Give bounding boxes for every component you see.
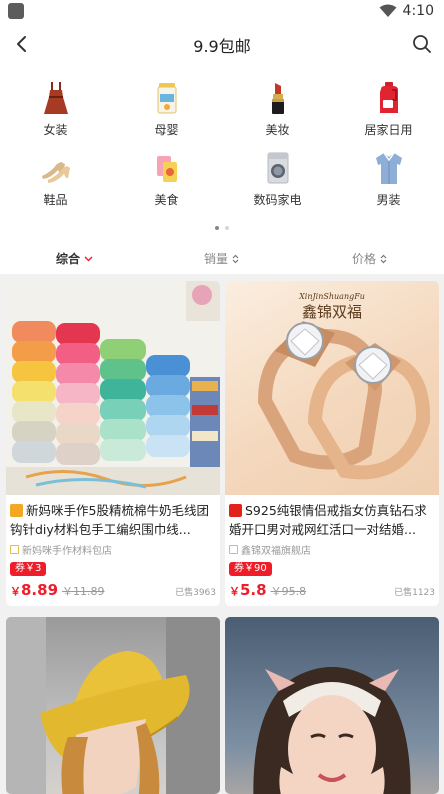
product-image-rings: XinJinShuangFu 鑫锦双福 <box>225 281 439 495</box>
price-symbol: ￥ <box>229 585 240 598</box>
category-label: 美妆 <box>265 123 290 137</box>
brand-watermark-cn: 鑫锦双福 <box>302 303 362 321</box>
top-panel: 9.9包邮 女装 母婴 美妆 居家日用 鞋品 美食 数码家电 男装 综合 销量 … <box>0 24 444 274</box>
status-bar: 4:10 <box>0 0 444 24</box>
chevron-down-icon <box>84 256 93 261</box>
detergent-bottle-icon <box>379 82 398 113</box>
search-button[interactable] <box>408 30 436 58</box>
category-food[interactable]: 美食 <box>111 150 222 208</box>
price-symbol: ￥ <box>10 585 21 598</box>
original-price: ￥11.89 <box>62 585 105 598</box>
app-notification-icon <box>8 3 24 19</box>
product-image-yarn <box>6 281 220 495</box>
category-cosmetics[interactable]: 美妆 <box>222 80 333 138</box>
current-price: ￥5.8 <box>229 581 267 599</box>
category-label: 女装 <box>43 123 68 137</box>
price-value: 5.8 <box>240 581 267 599</box>
price-value: 8.89 <box>21 581 59 599</box>
baby-formula-icon <box>157 83 176 114</box>
category-pager <box>0 226 444 230</box>
product-card[interactable]: 新妈咪手作5股精梳棉牛奶毛线团钩针diy材料包手工编织围巾线... 新妈咪手作材… <box>6 281 220 606</box>
sort-comprehensive[interactable]: 综合 <box>56 250 93 267</box>
shop-name: 新妈咪手作材料包店 <box>22 545 112 557</box>
sort-arrows-icon <box>232 254 239 263</box>
shirt-icon <box>375 152 402 184</box>
sort-price[interactable]: 价格 <box>352 250 387 267</box>
category-men-clothing[interactable]: 男装 <box>333 150 444 208</box>
brand-watermark-en: XinJinShuangFu <box>298 292 365 301</box>
category-digital-appliances[interactable]: 数码家电 <box>222 150 333 208</box>
high-heel-icon <box>41 162 70 183</box>
price-row: ￥8.89 ￥11.89 已售3963 <box>10 581 216 599</box>
product-title-text: 新妈咪手作5股精梳棉牛奶毛线团钩针diy材料包手工编织围巾线... <box>10 503 209 537</box>
category-women-clothing[interactable]: 女装 <box>0 80 111 138</box>
sold-count: 已售3963 <box>175 588 216 598</box>
dress-icon <box>43 82 68 114</box>
sort-sales[interactable]: 销量 <box>204 250 239 267</box>
wifi-icon <box>379 4 397 17</box>
sort-sales-label: 销量 <box>204 252 229 266</box>
product-card[interactable]: XinJinShuangFu 鑫锦双福 S925纯银情侣戒指女仿真钻石求婚开口男… <box>225 281 439 606</box>
category-label: 鞋品 <box>43 193 68 207</box>
product-card[interactable] <box>6 617 220 794</box>
category-mother-baby[interactable]: 母婴 <box>111 80 222 138</box>
sort-arrows-icon <box>380 254 387 263</box>
sort-bar: 综合 销量 价格 <box>0 248 444 274</box>
category-label: 居家日用 <box>364 123 413 137</box>
product-info: S925纯银情侣戒指女仿真钻石求婚开口男对戒网红活口一对结婚... 鑫锦双福旗舰… <box>225 495 439 606</box>
pager-dot <box>225 226 229 230</box>
category-label: 男装 <box>376 193 401 207</box>
snack-icon <box>156 156 177 182</box>
product-title: 新妈咪手作5股精梳棉牛奶毛线团钩针diy材料包手工编织围巾线... <box>10 501 216 539</box>
category-label: 美食 <box>154 193 179 207</box>
product-image-headband <box>225 617 439 794</box>
tmall-platform-icon <box>229 504 242 517</box>
taobao-platform-icon <box>10 504 23 517</box>
sold-count: 已售1123 <box>394 588 435 598</box>
current-price: ￥8.89 <box>10 581 58 599</box>
category-shoes[interactable]: 鞋品 <box>0 150 111 208</box>
lipstick-icon <box>271 83 284 114</box>
sort-comprehensive-label: 综合 <box>56 252 81 266</box>
coupon-badge: 券￥3 <box>10 562 47 576</box>
shop-icon <box>10 544 19 554</box>
product-info: 新妈咪手作5股精梳棉牛奶毛线团钩针diy材料包手工编织围巾线... 新妈咪手作材… <box>6 495 220 606</box>
category-label: 数码家电 <box>253 193 302 207</box>
product-card[interactable] <box>225 617 439 794</box>
pager-dot-active <box>215 226 219 230</box>
nav-bar: 9.9包邮 <box>0 24 444 64</box>
washing-machine-icon <box>267 152 288 184</box>
category-label: 母婴 <box>154 123 179 137</box>
shop-row: 新妈咪手作材料包店 <box>10 542 216 557</box>
original-price: ￥95.8 <box>270 585 307 598</box>
shop-icon <box>229 544 238 554</box>
shop-name: 鑫锦双福旗舰店 <box>241 545 311 557</box>
sort-price-label: 价格 <box>352 252 377 266</box>
coupon-badge: 券￥90 <box>229 562 272 576</box>
page-title: 9.9包邮 <box>193 37 251 56</box>
shop-row: 鑫锦双福旗舰店 <box>229 542 435 557</box>
product-image-bucket-hat <box>6 617 220 794</box>
product-title-text: S925纯银情侣戒指女仿真钻石求婚开口男对戒网红活口一对结婚... <box>229 503 427 537</box>
search-icon <box>413 35 431 53</box>
category-household[interactable]: 居家日用 <box>333 80 444 138</box>
status-time: 4:10 <box>402 3 434 19</box>
price-row: ￥5.8 ￥95.8 已售1123 <box>229 581 435 599</box>
product-title: S925纯银情侣戒指女仿真钻石求婚开口男对戒网红活口一对结婚... <box>229 501 435 539</box>
